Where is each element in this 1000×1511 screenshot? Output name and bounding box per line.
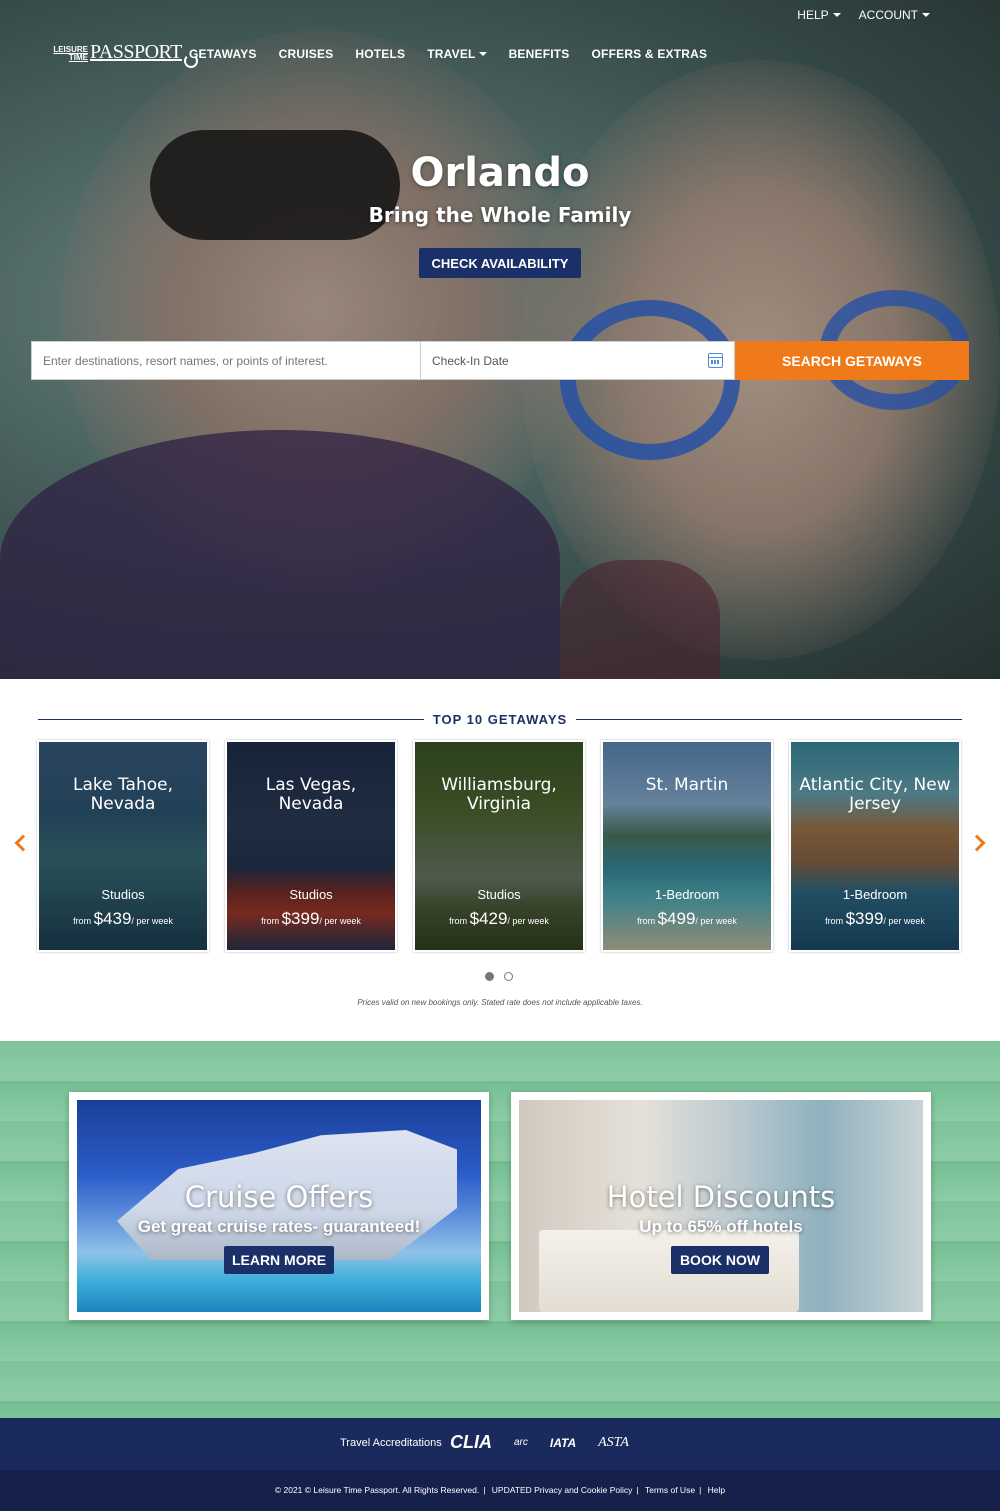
clia-logo: CLIA [450,1432,492,1452]
hotel-discounts-card: Hotel Discounts Up to 65% off hotels BOO… [511,1092,931,1320]
carousel-dot-active[interactable] [485,972,494,981]
book-now-button[interactable]: BOOK NOW [671,1246,769,1274]
nav-getaways[interactable]: GETAWAYS [189,47,257,61]
card-destination: Atlantic City, New Jersey [799,775,951,814]
getaway-card[interactable]: Williamsburg, Virginia Studios from $429… [413,740,585,952]
promo-title: Cruise Offers [184,1180,374,1214]
calendar-icon[interactable] [708,353,723,368]
card-price: from $499/ per week [637,909,737,928]
hero-subtitle: Bring the Whole Family [368,203,632,227]
promo-subtitle: Get great cruise rates- guaranteed! [137,1217,421,1236]
accreditations-label: Travel Accreditations [340,1437,442,1449]
nav-offers-extras[interactable]: OFFERS & EXTRAS [592,47,708,61]
heading-divider [576,719,962,720]
card-price: from $399/ per week [261,909,361,928]
getaway-card[interactable]: Atlantic City, New Jersey 1-Bedroom from… [789,740,961,952]
asta-logo: ASTA [598,1434,629,1450]
caret-down-icon [922,13,930,17]
carousel-dot[interactable] [504,972,513,981]
top-getaways-section: TOP 10 GETAWAYS Lake Tahoe, Nevada Studi… [0,679,1000,1041]
promo-subtitle: Up to 65% off hotels [639,1217,803,1236]
utility-nav: HELP ACCOUNT [797,8,930,22]
privacy-policy-link[interactable]: UPDATED Privacy and Cookie Policy [488,1485,637,1495]
cruise-photo: Cruise Offers Get great cruise rates- gu… [77,1100,481,1312]
card-unit-type: 1-Bedroom [842,887,908,902]
copyright-bar: © 2021 © Leisure Time Passport. All Righ… [0,1470,1000,1511]
nav-benefits[interactable]: BENEFITS [509,47,570,61]
getaway-carousel: Lake Tahoe, Nevada Studios from $439/ pe… [37,740,961,952]
accreditation-logos: CLIA arc IATA ASTA [450,1432,629,1453]
nav-hotels[interactable]: HOTELS [355,47,405,61]
nav-travel[interactable]: TRAVEL [427,47,487,61]
card-destination: St. Martin [645,775,729,795]
check-availability-button[interactable]: CHECK AVAILABILITY [419,248,581,278]
help-menu[interactable]: HELP [797,8,841,22]
promo-title: Hotel Discounts [606,1180,836,1214]
card-destination: Lake Tahoe, Nevada [72,775,174,814]
terms-of-use-link[interactable]: Terms of Use [645,1485,695,1495]
card-destination: Las Vegas, Nevada [265,775,357,814]
main-nav: GETAWAYS CRUISES HOTELS TRAVEL BENEFITS … [189,47,707,61]
card-destination: Williamsburg, Virginia [441,775,557,814]
card-price: from $439/ per week [73,909,173,928]
price-disclaimer: Prices valid on new bookings only. State… [357,998,643,1007]
iata-logo: IATA [549,1435,577,1450]
hero-banner: HELP ACCOUNT LEISURE TIME PASSPORT GETAW… [0,0,1000,679]
card-unit-type: Studios [101,887,145,902]
caret-down-icon [478,52,487,56]
card-unit-type: Studios [477,887,521,902]
card-unit-type: Studios [289,887,333,902]
search-getaways-button[interactable]: SEARCH GETAWAYS [735,341,969,380]
copyright-text: © 2021 © Leisure Time Passport. All Righ… [274,1485,480,1495]
getaway-card[interactable]: Lake Tahoe, Nevada Studios from $439/ pe… [37,740,209,952]
carousel-pagination [485,972,513,981]
logo-small-text: LEISURE TIME [53,45,88,62]
section-heading: TOP 10 GETAWAYS [38,712,962,727]
carousel-prev-icon[interactable] [14,834,32,852]
nav-cruises[interactable]: CRUISES [279,47,334,61]
hero-title: Orlando [410,150,590,196]
getaway-card[interactable]: St. Martin 1-Bedroom from $499/ per week [601,740,773,952]
accreditations-bar: Travel Accreditations CLIA arc IATA ASTA [0,1418,1000,1470]
carousel-next-icon[interactable] [968,834,986,852]
hotel-photo: Hotel Discounts Up to 65% off hotels BOO… [519,1100,923,1312]
account-menu[interactable]: ACCOUNT [859,8,930,22]
site-logo[interactable]: LEISURE TIME PASSPORT [52,41,198,68]
card-price: from $399/ per week [825,909,925,928]
arc-logo: arc [514,1437,528,1448]
card-price: from $429/ per week [449,909,549,928]
check-in-date-placeholder: Check-In Date [432,353,509,368]
getaway-card[interactable]: Las Vegas, Nevada Studios from $399/ per… [225,740,397,952]
check-in-date-field[interactable]: Check-In Date [421,341,735,380]
promo-section: Cruise Offers Get great cruise rates- gu… [0,1041,1000,1418]
cruise-offers-card: Cruise Offers Get great cruise rates- gu… [69,1092,489,1320]
search-form: Check-In Date SEARCH GETAWAYS [31,341,969,380]
logo-big-text: PASSPORT [90,41,182,63]
card-unit-type: 1-Bedroom [654,887,720,902]
destination-input[interactable] [31,341,421,380]
caret-down-icon [832,13,841,17]
learn-more-button[interactable]: LEARN MORE [224,1246,334,1274]
help-link[interactable]: Help [708,1485,725,1495]
